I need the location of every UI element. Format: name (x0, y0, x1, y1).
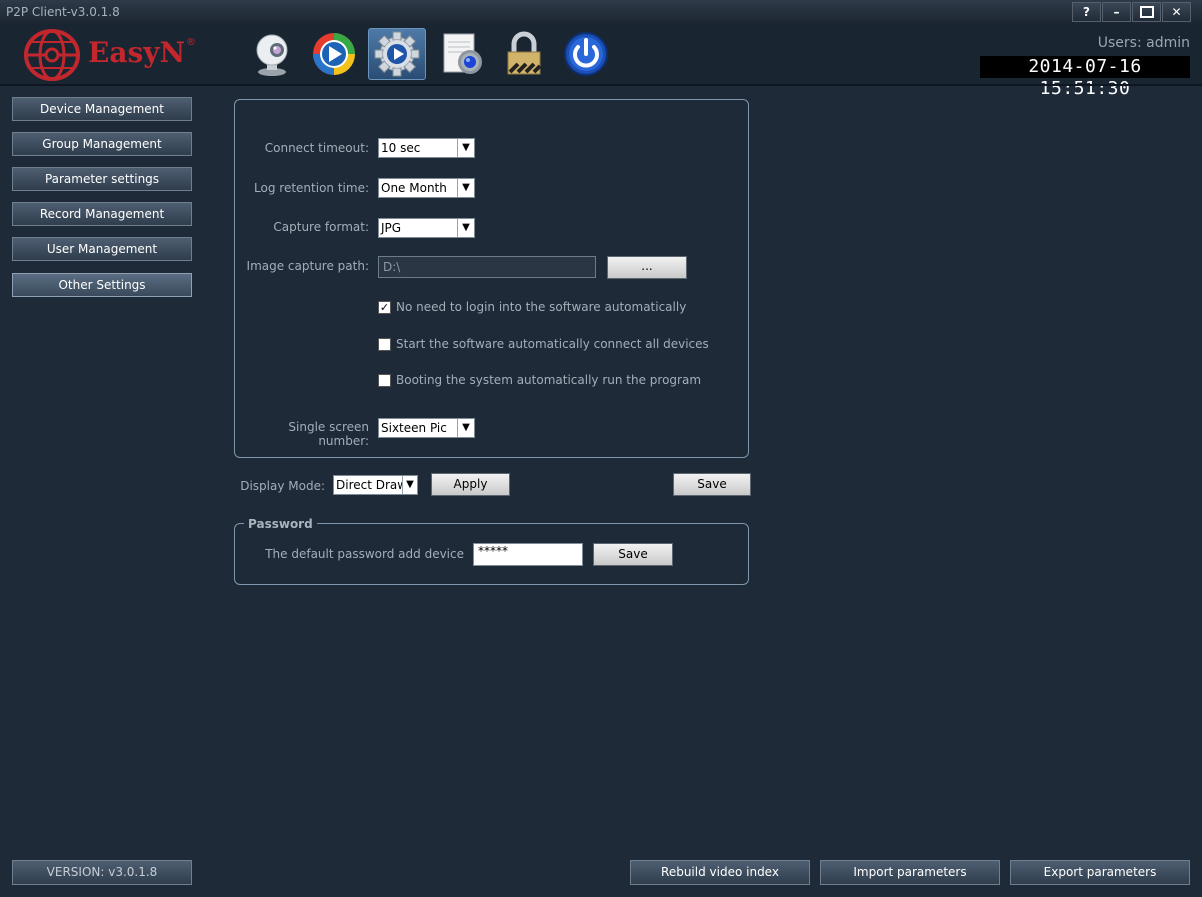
toolbar-live-view[interactable] (246, 30, 298, 78)
checkbox-auto-connect[interactable] (378, 338, 391, 351)
dropdown-arrow-icon[interactable]: ▼ (457, 419, 474, 437)
save-password-button[interactable]: Save (593, 543, 673, 566)
capture-format-label: Capture format: (273, 220, 369, 234)
checkbox-auto-connect-label: Start the software automatically connect… (396, 337, 709, 351)
dropdown-arrow-icon[interactable]: ▼ (402, 476, 417, 494)
nav-record-management[interactable]: Record Management (12, 202, 192, 226)
help-button[interactable]: ? (1072, 2, 1101, 22)
screen-number-value: Sixteen Pic (381, 421, 447, 435)
connect-timeout-value: 10 sec (381, 141, 421, 155)
dropdown-arrow-icon[interactable]: ▼ (457, 179, 474, 197)
capture-format-select[interactable]: JPG ▼ (378, 218, 475, 238)
capture-path-input[interactable]: D:\ (378, 256, 596, 278)
close-button[interactable]: ✕ (1162, 2, 1191, 22)
settings-gear-icon (374, 31, 420, 77)
nav-parameter-settings[interactable]: Parameter settings (12, 167, 192, 191)
password-group-legend: Password (244, 517, 317, 531)
title-bar[interactable] (0, 0, 1202, 25)
log-document-icon (443, 33, 482, 74)
checkbox-boot-run[interactable] (378, 374, 391, 387)
toolbar-playback[interactable] (308, 30, 360, 78)
default-password-input[interactable]: ***** (473, 543, 583, 566)
power-icon (564, 32, 608, 76)
toolbar-settings[interactable] (368, 28, 426, 80)
checkbox-no-auto-login-label: No need to login into the software autom… (396, 300, 687, 314)
capture-format-value: JPG (381, 221, 402, 235)
nav-group-management[interactable]: Group Management (12, 132, 192, 156)
display-mode-label: Display Mode: (240, 479, 325, 493)
log-retention-value: One Month (381, 181, 447, 195)
header-divider (0, 84, 1202, 86)
screen-number-select[interactable]: Sixteen Pic ▼ (378, 418, 475, 438)
checkbox-no-auto-login[interactable]: ✓ (378, 301, 391, 314)
screen-number-label: Single screen number: (288, 420, 369, 448)
checkbox-boot-run-label: Booting the system automatically run the… (396, 373, 702, 387)
rebuild-video-index-button[interactable]: Rebuild video index (630, 860, 810, 885)
version-label: VERSION: v3.0.1.8 (12, 860, 192, 885)
nav-user-management[interactable]: User Management (12, 237, 192, 261)
export-parameters-button[interactable]: Export parameters (1010, 860, 1190, 885)
apply-button[interactable]: Apply (431, 473, 510, 496)
logo-registered-mark: ® (186, 37, 196, 48)
save-settings-button[interactable]: Save (673, 473, 751, 496)
toolbar-power[interactable] (560, 30, 612, 78)
dropdown-arrow-icon[interactable]: ▼ (457, 219, 474, 237)
default-password-label: The default password add device (265, 547, 464, 561)
window-title: P2P Client-v3.0.1.8 (6, 5, 120, 19)
browse-path-button[interactable]: ... (607, 256, 687, 279)
nav-device-management[interactable]: Device Management (12, 97, 192, 121)
camera-icon (256, 34, 288, 76)
minimize-button[interactable]: – (1102, 2, 1131, 22)
dropdown-arrow-icon[interactable]: ▼ (457, 139, 474, 157)
toolbar-lock[interactable] (498, 30, 550, 78)
datetime-display: 2014-07-16 15:51:30 (980, 56, 1190, 99)
display-mode-select[interactable]: Direct Draw ▼ (333, 475, 418, 495)
import-parameters-button[interactable]: Import parameters (820, 860, 1000, 885)
current-user-label: Users: admin (1097, 35, 1190, 51)
connect-timeout-select[interactable]: 10 sec ▼ (378, 138, 475, 158)
playback-icon (313, 33, 355, 75)
lock-icon (507, 31, 542, 75)
easyn-logo-icon (24, 29, 80, 81)
log-retention-label: Log retention time: (254, 181, 369, 195)
maximize-button[interactable] (1132, 2, 1161, 22)
logo-text: EasyN (88, 36, 186, 69)
maximize-icon (1139, 6, 1154, 18)
toolbar-log[interactable] (436, 30, 488, 78)
log-retention-select[interactable]: One Month ▼ (378, 178, 475, 198)
nav-other-settings[interactable]: Other Settings (12, 273, 192, 297)
display-mode-value: Direct Draw (336, 478, 408, 492)
capture-path-label: Image capture path: (246, 259, 369, 273)
connect-timeout-label: Connect timeout: (264, 141, 369, 155)
